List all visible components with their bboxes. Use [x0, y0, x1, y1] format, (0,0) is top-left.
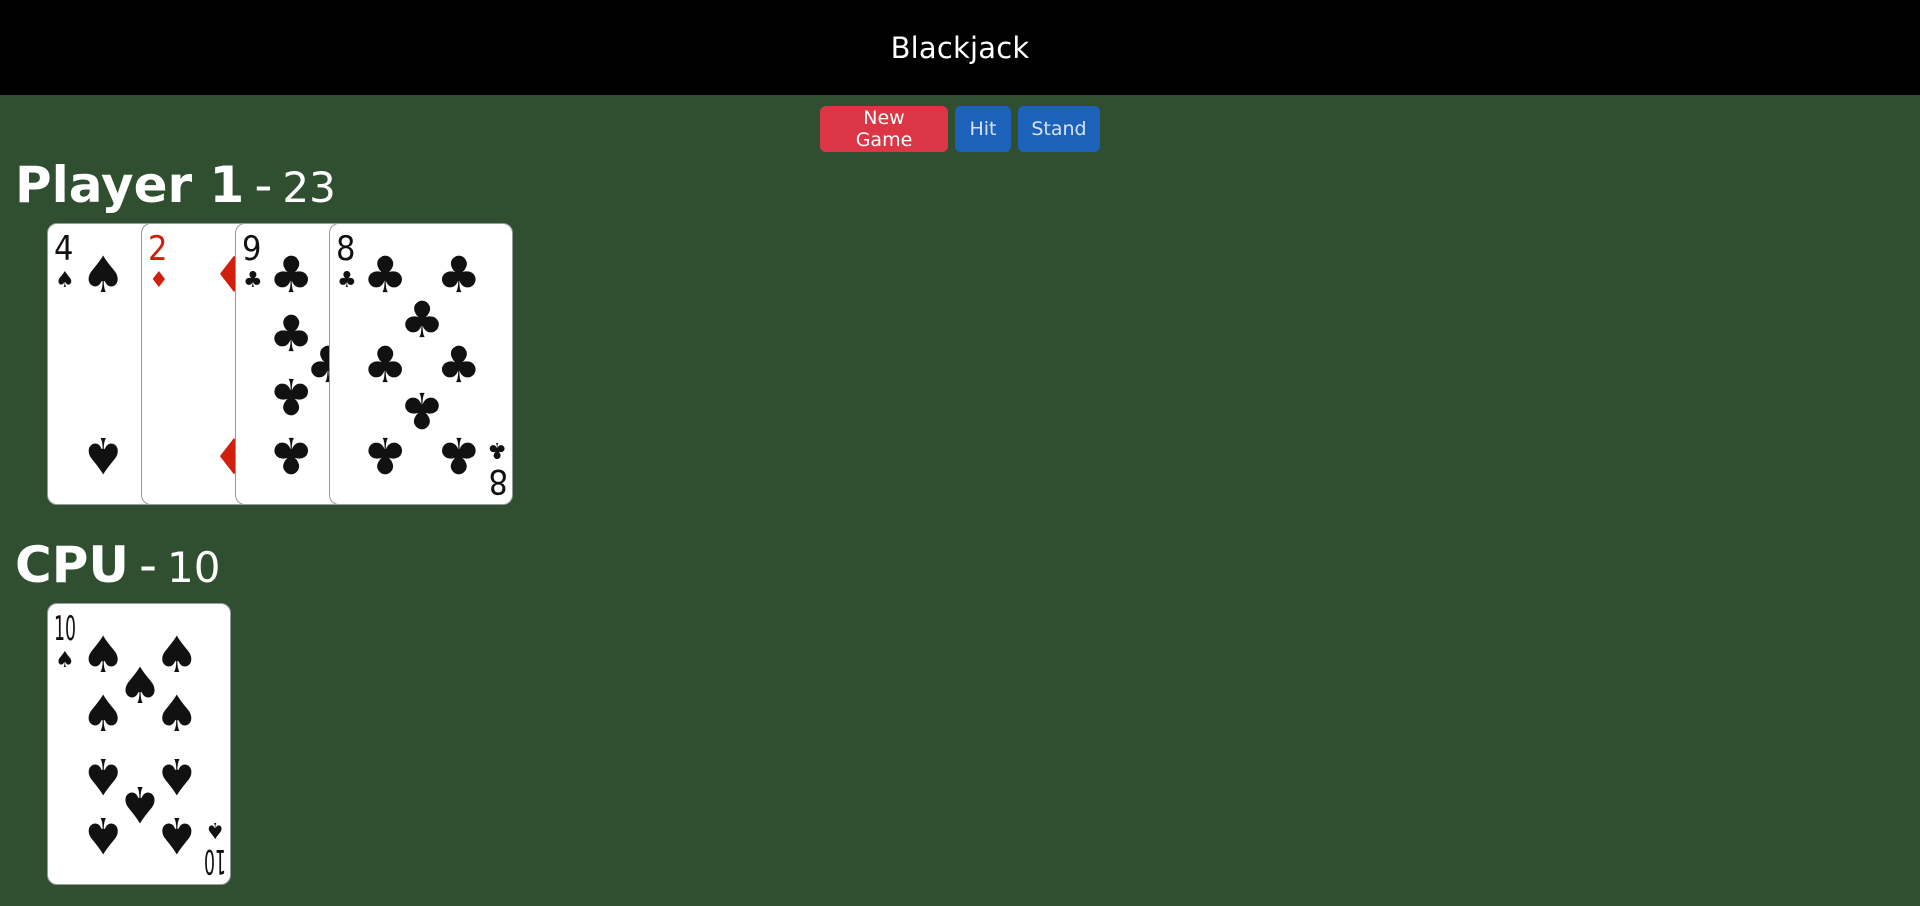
cpu-separator: - [138, 536, 157, 594]
card-suit-icon: ♣ [487, 437, 507, 462]
card-pip: ♠ [81, 806, 126, 864]
card-pip: ♣ [436, 426, 481, 484]
card-rank-label: 10 [54, 609, 76, 649]
card-suit-icon: ♠ [205, 817, 225, 842]
card-face: 8♣8♣♣ ♣♣♣ ♣♣♣ ♣ [336, 229, 508, 501]
cpu-hand-title: CPU -10 [15, 535, 220, 598]
card-suit-icon: ♣ [337, 268, 357, 293]
card-rank-label: 8 [489, 461, 508, 501]
stand-button[interactable]: Stand [1018, 106, 1100, 152]
player-separator: - [254, 156, 273, 214]
player-hand-title: Player 1-23 [15, 155, 336, 218]
cpu-name: CPU [15, 536, 129, 594]
hit-button[interactable]: Hit [955, 106, 1011, 152]
card-suit-icon: ♠ [55, 268, 75, 293]
player-score: 23 [282, 163, 336, 212]
card-pip: ♠ [154, 685, 199, 743]
card-face: 10♠10♠♠ ♠♠♠ ♠♠ ♠♠♠ ♠ [54, 609, 226, 881]
cpu-card-10-of-spades: 10 ♠ 10 ♠ ♠ ♠ ♠ ♠ ♠ ♠ ♠ ♠ ♠ ♠ [47, 603, 231, 885]
card-pip: ♣ [269, 246, 314, 304]
player-name: Player 1 [15, 156, 245, 214]
card-pip: ♠ [154, 806, 199, 864]
card-pip: ♠ [81, 246, 126, 304]
card-rank-label: 10 [204, 841, 226, 881]
card-pip: ♣ [363, 426, 408, 484]
card-suit-icon: ♣ [243, 268, 263, 293]
new-game-button[interactable]: New Game [820, 106, 948, 152]
card-suit-icon: ♦ [149, 268, 169, 293]
card-suit-icon: ♠ [55, 648, 75, 673]
header-bar: Blackjack [0, 0, 1920, 95]
card-rank-label: 2 [148, 229, 167, 269]
card-pip: ♣ [269, 426, 314, 484]
card-pip: ♠ [81, 426, 126, 484]
card-rank-label: 8 [336, 229, 355, 269]
app-title: Blackjack [890, 30, 1030, 65]
card-rank-label: 4 [54, 229, 73, 269]
card-rank-label: 9 [242, 229, 261, 269]
card-pip: ♣ [269, 367, 314, 425]
card-pip: ♠ [81, 685, 126, 743]
player-card-8-of-clubs: 8 ♣ 8 ♣ ♣ ♣ ♣ ♣ ♣ ♣ ♣ ♣ [329, 223, 513, 505]
cpu-score: 10 [167, 543, 221, 592]
game-controls: New Game Hit Stand [0, 106, 1920, 152]
